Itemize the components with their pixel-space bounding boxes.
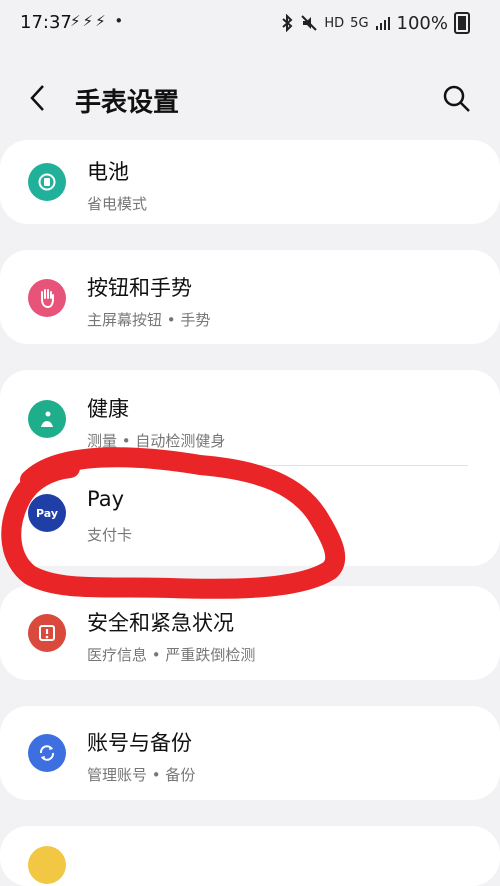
- sync-icon: [28, 734, 66, 772]
- settings-item-accounts-backup[interactable]: 账号与备份 管理账号 • 备份: [0, 707, 500, 801]
- page-title: 手表设置: [75, 88, 180, 118]
- status-right-group: HD 5G 100%: [280, 12, 470, 34]
- item-subtitle: 省电模式: [87, 195, 148, 213]
- status-bar: 17:37 ⚡⚡⚡ • HD 5G 100%: [0, 0, 500, 46]
- search-icon: [443, 85, 470, 112]
- hand-icon: [28, 279, 66, 317]
- item-subtitle: 测量 • 自动检测健身: [87, 432, 226, 450]
- back-button[interactable]: [28, 78, 48, 127]
- item-title: 电池: [87, 160, 129, 184]
- item-subtitle: 管理账号 • 备份: [87, 766, 196, 784]
- signal-icon: [375, 17, 390, 30]
- mute-icon: [301, 15, 318, 31]
- battery-status-icon: [454, 12, 470, 34]
- item-title: 健康: [87, 397, 129, 421]
- pay-icon: Pay: [28, 494, 66, 532]
- item-title: Pay: [87, 487, 125, 511]
- bluetooth-icon: [282, 14, 293, 32]
- settings-item-battery[interactable]: 电池 省电模式: [0, 136, 500, 230]
- pay-icon-text: Pay: [35, 506, 59, 520]
- chevron-left-icon: [30, 85, 44, 111]
- health-icon: [28, 400, 66, 438]
- header: 手表设置: [0, 72, 500, 128]
- hd-label: HD: [324, 15, 345, 31]
- alert-icon: [28, 614, 66, 652]
- item-subtitle: 医疗信息 • 严重跌倒检测: [87, 646, 256, 664]
- item-title: 账号与备份: [87, 731, 192, 755]
- partial-icon: [28, 846, 66, 884]
- settings-item-health[interactable]: 健康 测量 • 自动检测健身: [0, 373, 500, 467]
- search-button[interactable]: [440, 82, 474, 116]
- settings-item-buttons-gestures[interactable]: 按钮和手势 主屏幕按钮 • 手势: [0, 252, 500, 346]
- battery-icon: [28, 163, 66, 201]
- item-title: 按钮和手势: [87, 276, 192, 300]
- settings-card-partial: [0, 826, 500, 886]
- network-label: 5G: [350, 15, 369, 31]
- divider: [87, 465, 468, 466]
- status-time: 17:37: [20, 12, 72, 33]
- notification-icons: ⚡⚡⚡ •: [70, 12, 126, 30]
- item-title: 安全和紧急状况: [87, 611, 234, 635]
- item-subtitle: 支付卡: [87, 526, 133, 544]
- item-subtitle: 主屏幕按钮 • 手势: [87, 311, 211, 329]
- settings-item-safety[interactable]: 安全和紧急状况 医疗信息 • 严重跌倒检测: [0, 587, 500, 681]
- battery-percent: 100%: [396, 12, 448, 34]
- settings-item-pay[interactable]: Pay Pay 支付卡: [0, 467, 500, 561]
